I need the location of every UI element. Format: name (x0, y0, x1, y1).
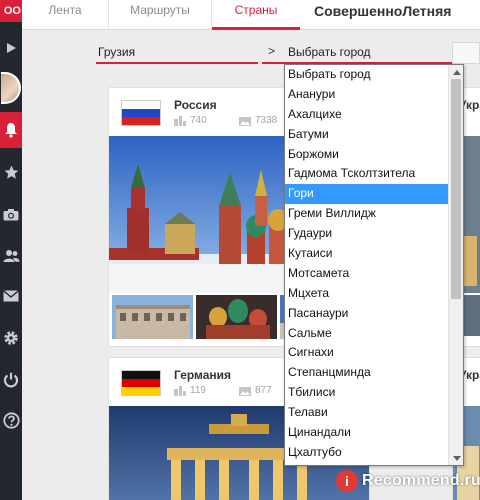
dropdown-scrollbar[interactable] (448, 65, 463, 465)
buildings-icon (174, 385, 186, 396)
thumbnail-image[interactable] (112, 295, 194, 339)
city-option[interactable]: Ананури (285, 85, 449, 105)
gear-icon[interactable] (0, 320, 22, 356)
watermark-text: Recommend.ru (362, 472, 480, 489)
germany-flag-icon (121, 370, 161, 396)
bell-icon[interactable] (0, 112, 22, 148)
city-options: Выбрать город Ананури Ахалцихе Батуми Боржом… (285, 65, 449, 463)
city-option[interactable]: Кутаиси (285, 244, 449, 264)
city-dropdown-list[interactable]: Выбрать город Ананури Ахалцихе Батуми Боржом… (284, 64, 464, 466)
breadcrumb-separator: > (268, 44, 276, 58)
mail-icon[interactable] (0, 278, 22, 314)
camera-icon[interactable] (0, 196, 22, 232)
watermark-badge: i (336, 470, 358, 492)
city-option[interactable]: Греми Виллидж (285, 204, 449, 224)
watermark: i Recommend.ru (336, 468, 480, 494)
country-name[interactable]: Германия (174, 368, 231, 382)
country-select[interactable]: Грузия (96, 42, 258, 64)
city-option[interactable]: Мотсамета (285, 264, 449, 284)
scrollbar-thumb[interactable] (451, 79, 461, 299)
buildings-icon (174, 115, 186, 126)
city-option[interactable]: Сигнахи (285, 343, 449, 363)
play-icon[interactable] (0, 30, 22, 66)
site-title[interactable]: СовершенноЛетняя (314, 0, 451, 24)
photos-count-value: 877 (255, 385, 272, 396)
friends-icon[interactable] (0, 238, 22, 274)
site-logo[interactable]: OO (0, 0, 22, 22)
city-option[interactable]: Гадмома Тсколтзитела (285, 164, 449, 184)
help-icon[interactable] (0, 402, 22, 438)
power-icon[interactable] (0, 362, 22, 398)
city-option[interactable]: Телави (285, 403, 449, 423)
places-count-value: 740 (190, 115, 207, 126)
city-option[interactable]: Цхалтубо (285, 443, 449, 463)
thumbnail-image[interactable] (196, 295, 278, 339)
star-icon[interactable] (0, 154, 22, 190)
city-select[interactable]: Выбрать город (280, 42, 444, 64)
city-option-selected[interactable]: Гори (285, 184, 449, 205)
city-option[interactable]: Цинандали (285, 423, 449, 443)
avatar[interactable] (1, 72, 21, 104)
top-navigation-bar: Лента Маршруты Страны СовершенноЛетняя (22, 0, 480, 30)
city-option[interactable]: Выбрать город (285, 65, 449, 85)
city-option[interactable]: Боржоми (285, 145, 449, 165)
tab-routes[interactable]: Маршруты (108, 0, 212, 30)
photos-icon (239, 386, 251, 396)
places-count: 119 (174, 385, 206, 396)
tab-countries[interactable]: Страны (212, 0, 300, 30)
city-option[interactable]: Ахалцихе (285, 105, 449, 125)
city-option[interactable]: Мцхета (285, 284, 449, 304)
filter-extra-box[interactable] (452, 42, 480, 64)
photos-count: 7338 (239, 115, 277, 126)
russia-flag-icon (121, 100, 161, 126)
places-count: 740 (174, 115, 207, 126)
city-option[interactable]: Гудаури (285, 224, 449, 244)
photos-count: 877 (239, 385, 272, 396)
left-sidebar: OO (0, 0, 22, 500)
photos-count-value: 7338 (255, 115, 278, 126)
city-option[interactable]: Степанцминда (285, 363, 449, 383)
tab-feed[interactable]: Лента (22, 0, 108, 30)
scroll-down-arrow-icon[interactable] (449, 451, 464, 465)
scroll-up-arrow-icon[interactable] (449, 65, 464, 79)
city-option[interactable]: Батуми (285, 125, 449, 145)
city-option[interactable]: Пасанаури (285, 304, 449, 324)
city-option[interactable]: Тбилиси (285, 383, 449, 403)
country-name[interactable]: Россия (174, 98, 217, 112)
city-option[interactable]: Сальме (285, 324, 449, 344)
photos-icon (239, 116, 251, 126)
places-count-value: 119 (190, 385, 206, 396)
